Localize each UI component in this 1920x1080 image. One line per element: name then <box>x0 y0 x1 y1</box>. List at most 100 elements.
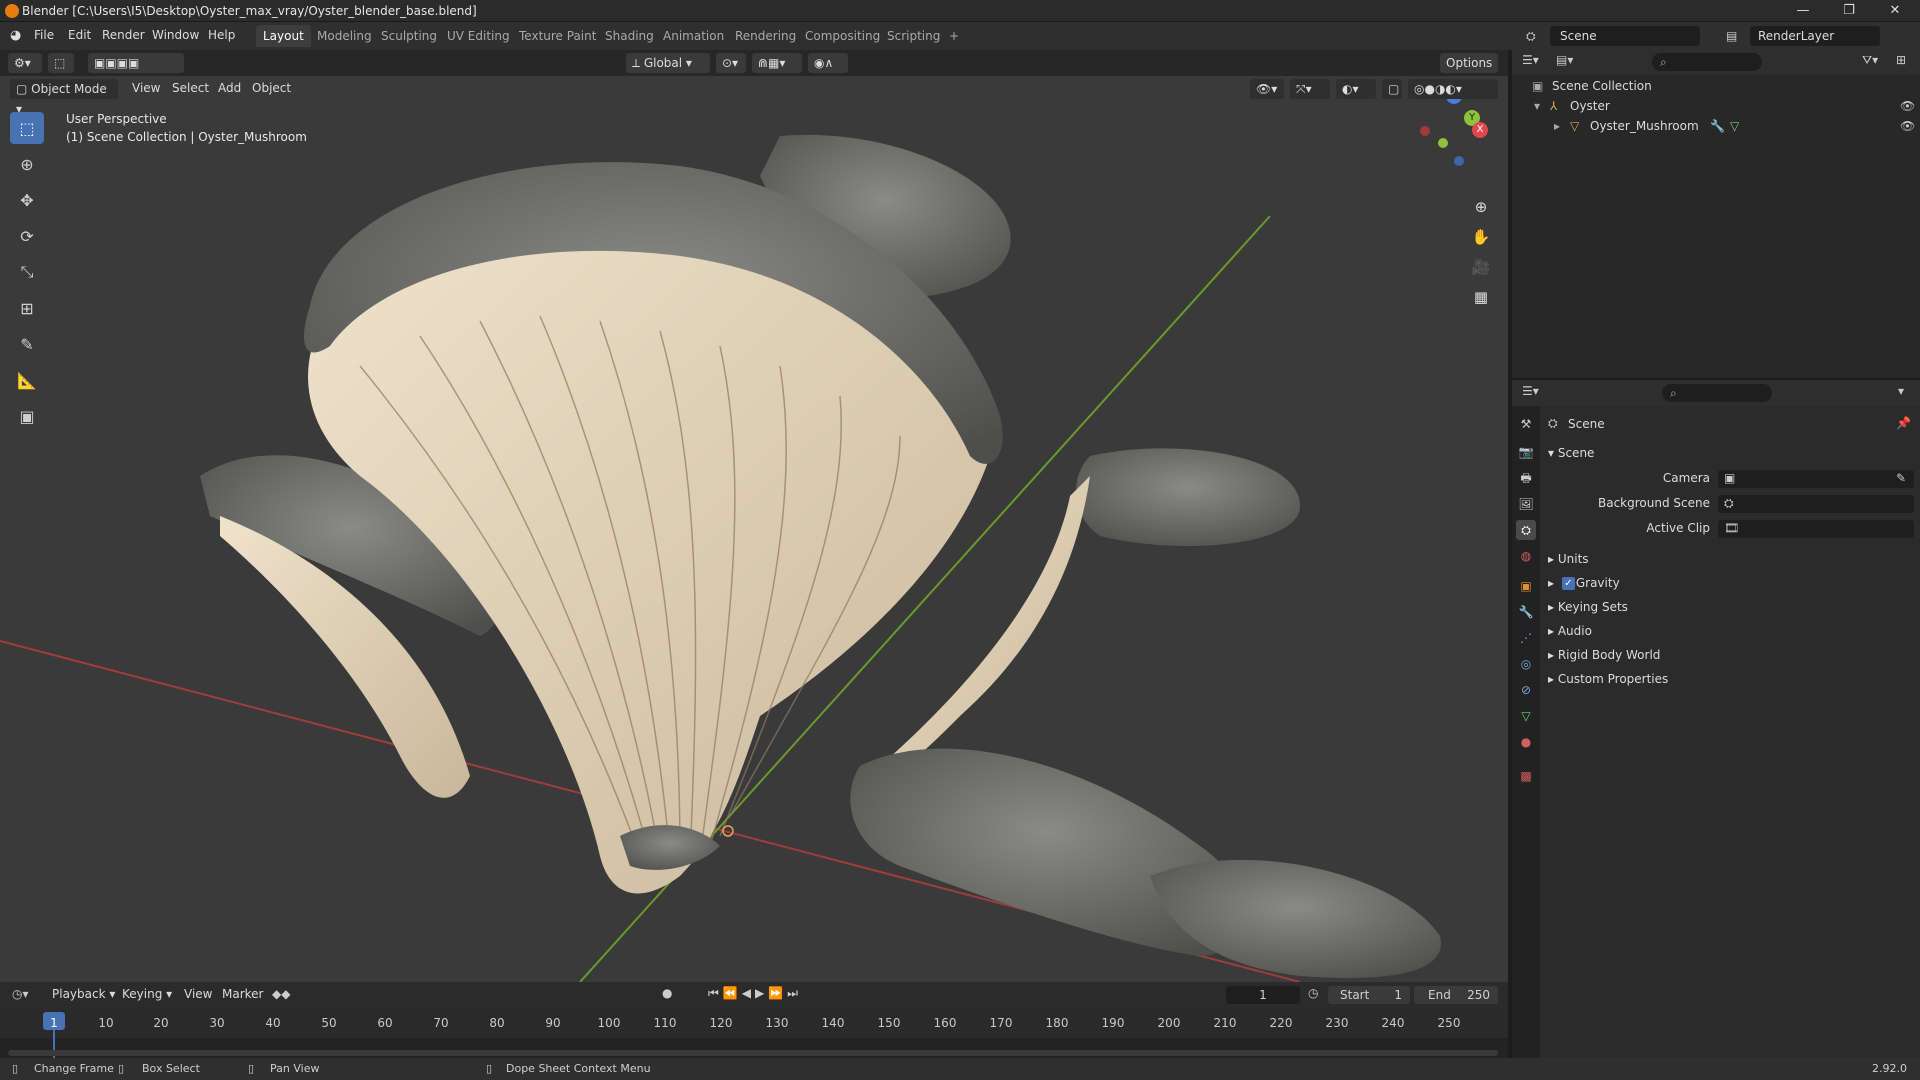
cursor-tool-icon[interactable]: ⊕ <box>10 148 44 180</box>
tab-scripting[interactable]: Scripting <box>880 25 947 47</box>
panel-units[interactable]: ▸ Units <box>1548 552 1589 566</box>
menu-playback[interactable]: Playback ▾ <box>52 987 115 1001</box>
preview-range-icon[interactable]: ◷ <box>1308 986 1318 1000</box>
timeline-editor-icon[interactable]: ◷▾ <box>12 987 29 1001</box>
filter-icon[interactable]: ⛛▾ <box>1862 53 1878 68</box>
tab-sculpting[interactable]: Sculpting <box>374 25 444 47</box>
annotate-tool-icon[interactable]: ✎ <box>10 328 44 360</box>
3d-viewport[interactable]: User Perspective (1) Scene Collection | … <box>0 76 1508 982</box>
zoom-icon[interactable]: ⊕ <box>1468 194 1494 220</box>
properties-search-input[interactable]: ⌕ <box>1662 384 1772 402</box>
background-scene-field[interactable]: ⛭ <box>1718 495 1914 513</box>
visibility-icon[interactable]: 👁▾ <box>1250 79 1284 99</box>
tree-row-oyster-mushroom[interactable]: ▸ ▽ Oyster_Mushroom 🔧 ▽ 👁 <box>1512 116 1920 136</box>
camera-view-icon[interactable]: 🎥 <box>1468 254 1494 280</box>
timeline-scrollbar[interactable] <box>8 1050 1498 1056</box>
proportional-edit-icon[interactable]: ◉∧ <box>808 53 848 73</box>
start-frame-field[interactable]: Start 1 <box>1328 986 1410 1004</box>
menu-marker[interactable]: Marker <box>222 987 263 1001</box>
shading-modes-icon[interactable]: ◎●◑◐▾ <box>1408 79 1498 99</box>
panel-keying-sets[interactable]: ▸ Keying Sets <box>1548 600 1628 614</box>
ortho-grid-icon[interactable]: ▦ <box>1468 284 1494 310</box>
frame-ruler[interactable]: 1 10 20 30 40 50 60 70 80 90 100 110 120… <box>0 1008 1508 1058</box>
tab-layout[interactable]: Layout <box>256 25 311 47</box>
options-dropdown[interactable]: Options ▾ <box>1440 53 1498 90</box>
transform-orientation-dropdown[interactable]: ⟂ Global ▾ <box>626 53 710 73</box>
overlays-icon[interactable]: ◐▾ <box>1336 79 1376 99</box>
expand-arrow-icon[interactable]: ▸ <box>1554 116 1560 136</box>
tab-texture-paint[interactable]: Texture Paint <box>512 25 603 47</box>
output-tab-icon[interactable]: 🖶 <box>1516 468 1536 488</box>
current-frame-field[interactable]: 1 <box>1226 986 1300 1004</box>
scene-icon[interactable]: ⛭ <box>1526 25 1546 47</box>
record-icon[interactable]: ● <box>662 986 672 1000</box>
close-button[interactable]: ✕ <box>1872 0 1918 22</box>
menu-add[interactable]: Add <box>218 81 241 95</box>
menu-view[interactable]: View <box>132 81 160 95</box>
maximize-button[interactable]: ❐ <box>1826 0 1872 22</box>
modifier-wrench-icon[interactable]: 🔧 <box>1710 116 1725 136</box>
navigation-gizmo[interactable]: Z Y X <box>1412 88 1488 168</box>
view-layer-tab-icon[interactable]: 🖼 <box>1516 494 1536 514</box>
scene-tab-icon[interactable]: ⛭ <box>1516 520 1536 540</box>
visibility-eye-icon[interactable]: 👁 <box>1900 96 1915 116</box>
panel-custom-properties[interactable]: ▸ Custom Properties <box>1548 672 1668 686</box>
world-tab-icon[interactable]: ◍ <box>1516 546 1536 566</box>
tool-tab-icon[interactable]: ⚒ <box>1516 414 1536 434</box>
texture-tab-icon[interactable]: ▩ <box>1516 766 1536 786</box>
measure-tool-icon[interactable]: 📐 <box>10 364 44 396</box>
editor-type-icon[interactable]: ⚙▾ <box>8 53 42 73</box>
panel-gravity[interactable]: ▸ ✓ Gravity <box>1548 576 1620 590</box>
outliner-editor-icon[interactable]: ☰▾ <box>1522 53 1539 67</box>
properties-options-icon[interactable]: ▾ <box>1898 384 1904 398</box>
tree-row-scene-collection[interactable]: ▣ Scene Collection <box>1512 76 1920 96</box>
modifier-tab-icon[interactable]: 🔧 <box>1516 602 1536 622</box>
menu-object[interactable]: Object <box>252 81 291 95</box>
pivot-point-icon[interactable]: ⊙▾ <box>716 53 746 73</box>
mesh-data-icon[interactable]: ▽ <box>1730 116 1739 136</box>
tab-animation[interactable]: Animation <box>656 25 731 47</box>
playback-controls[interactable]: ⏮⏪◀▶⏩⏭ <box>708 986 802 1001</box>
menu-edit[interactable]: Edit <box>68 28 91 42</box>
gizmo-neg-z[interactable] <box>1454 156 1464 166</box>
object-tab-icon[interactable]: ▣ <box>1516 576 1536 596</box>
tree-row-oyster[interactable]: ▾ ⅄ Oyster 👁 <box>1512 96 1920 116</box>
end-frame-field[interactable]: End 250 <box>1414 986 1498 1004</box>
tab-compositing[interactable]: Compositing <box>798 25 887 47</box>
active-clip-field[interactable]: 🎞 <box>1718 520 1914 538</box>
visibility-eye-icon[interactable]: 👁 <box>1900 116 1915 136</box>
minimize-button[interactable]: — <box>1780 0 1826 22</box>
gizmo-neg-y[interactable] <box>1438 138 1448 148</box>
scale-tool-icon[interactable]: ⤡ <box>10 256 44 288</box>
keyframe-icon[interactable]: ◆◆ <box>272 987 290 1001</box>
tab-rendering[interactable]: Rendering <box>728 25 803 47</box>
menu-timeline-view[interactable]: View <box>184 987 212 1001</box>
camera-field[interactable]: ▣ ✎ <box>1718 470 1914 488</box>
scene-selector[interactable]: Scene <box>1550 26 1700 46</box>
xray-icon[interactable]: ▢ <box>1382 79 1402 99</box>
view-layer-selector[interactable]: RenderLayer <box>1750 26 1880 46</box>
view-layer-icon[interactable]: ▤ <box>1726 25 1746 47</box>
menu-keying[interactable]: Keying ▾ <box>122 987 172 1001</box>
tab-shading[interactable]: Shading <box>598 25 661 47</box>
rotate-tool-icon[interactable]: ⟳ <box>10 220 44 252</box>
blender-menu-icon[interactable]: ◕ <box>10 28 26 44</box>
eyedropper-icon[interactable]: ✎ <box>1896 471 1906 485</box>
expand-arrow-icon[interactable]: ▾ <box>1534 96 1540 116</box>
gravity-checkbox[interactable]: ✓ <box>1562 577 1575 590</box>
menu-select[interactable]: Select <box>172 81 209 95</box>
menu-help[interactable]: Help <box>208 28 235 42</box>
particles-tab-icon[interactable]: ⋰ <box>1516 628 1536 648</box>
add-cube-tool-icon[interactable]: ▣ <box>10 400 44 432</box>
move-tool-icon[interactable]: ✥ <box>10 184 44 216</box>
properties-editor-icon[interactable]: ☰▾ <box>1522 384 1539 398</box>
pan-hand-icon[interactable]: ✋ <box>1468 224 1494 250</box>
display-mode-icon[interactable]: ▤▾ <box>1556 53 1573 67</box>
pin-icon[interactable]: 📌 <box>1896 416 1911 430</box>
transform-tool-icon[interactable]: ⊞ <box>10 292 44 324</box>
select-box-tool-icon[interactable]: ⬚ <box>10 112 44 144</box>
menu-render[interactable]: Render <box>102 28 145 42</box>
menu-file[interactable]: File <box>34 28 54 42</box>
timeline[interactable]: 1 10 20 30 40 50 60 70 80 90 100 110 120… <box>0 1008 1508 1058</box>
select-mode-icon[interactable]: ⬚ <box>48 53 74 73</box>
